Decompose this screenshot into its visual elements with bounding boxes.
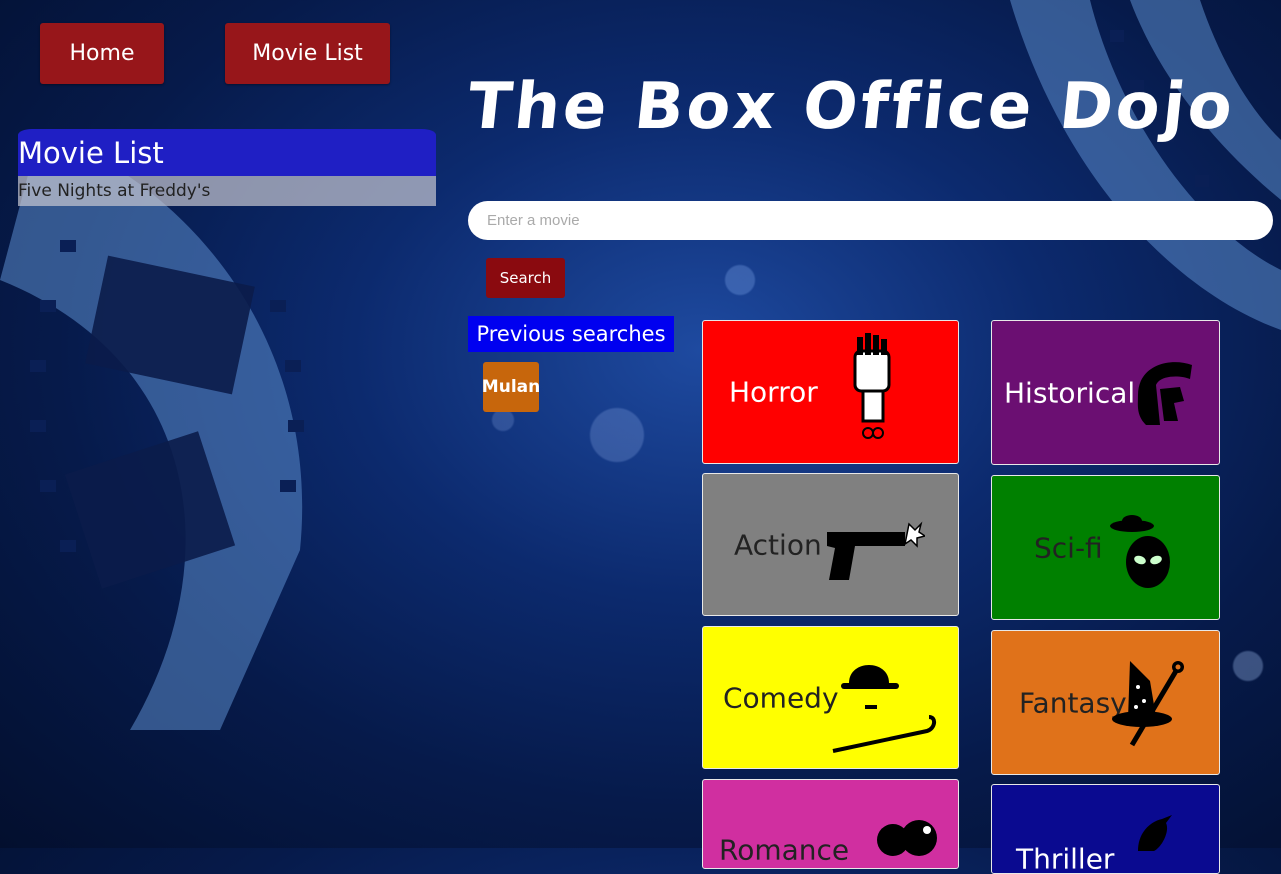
genre-tile-scifi[interactable]: Sci-fi (991, 475, 1220, 620)
sidebar-movie-item[interactable]: Five Nights at Freddy's (18, 176, 436, 206)
genre-tile-fantasy[interactable]: Fantasy (991, 630, 1220, 775)
genre-label: Thriller (1016, 843, 1114, 874)
sidebar-movie-list: Movie List Five Nights at Freddy's (18, 129, 436, 206)
spartan-helmet-icon (1130, 355, 1202, 433)
previous-searches-heading: Previous searches (468, 316, 674, 352)
genre-tile-romance[interactable]: Romance (702, 779, 959, 869)
hearts-icon (871, 818, 951, 868)
zombie-hand-icon (843, 331, 913, 451)
genre-label: Action (734, 528, 822, 561)
pistol-icon (821, 518, 925, 584)
film-reel-right-decoration (1000, 0, 1281, 330)
genre-label: Horror (729, 376, 818, 409)
genre-label: Sci-fi (1034, 531, 1103, 564)
raven-icon (1128, 811, 1178, 851)
movie-list-button[interactable]: Movie List (225, 23, 390, 84)
bowler-hat-cane-icon (829, 653, 939, 757)
genre-label: Romance (719, 834, 849, 867)
wizard-hat-wand-icon (1110, 657, 1190, 751)
search-button[interactable]: Search (486, 258, 565, 298)
film-reel-left-decoration (0, 130, 330, 730)
genre-tile-thriller[interactable]: Thriller (991, 784, 1220, 874)
search-input[interactable] (468, 201, 1273, 240)
genre-tile-historical[interactable]: Historical (991, 320, 1220, 465)
genre-tile-comedy[interactable]: Comedy (702, 626, 959, 769)
genre-tile-horror[interactable]: Horror (702, 320, 959, 464)
previous-search-chip[interactable]: Mulan (483, 362, 539, 412)
genre-label: Comedy (723, 681, 839, 714)
alien-ufo-icon (1104, 512, 1176, 592)
genre-tile-action[interactable]: Action (702, 473, 959, 616)
genre-label: Historical (1004, 376, 1135, 409)
sidebar-heading: Movie List (18, 129, 436, 176)
home-button[interactable]: Home (40, 23, 164, 84)
page-title: The Box Office Dojo (464, 70, 1239, 144)
